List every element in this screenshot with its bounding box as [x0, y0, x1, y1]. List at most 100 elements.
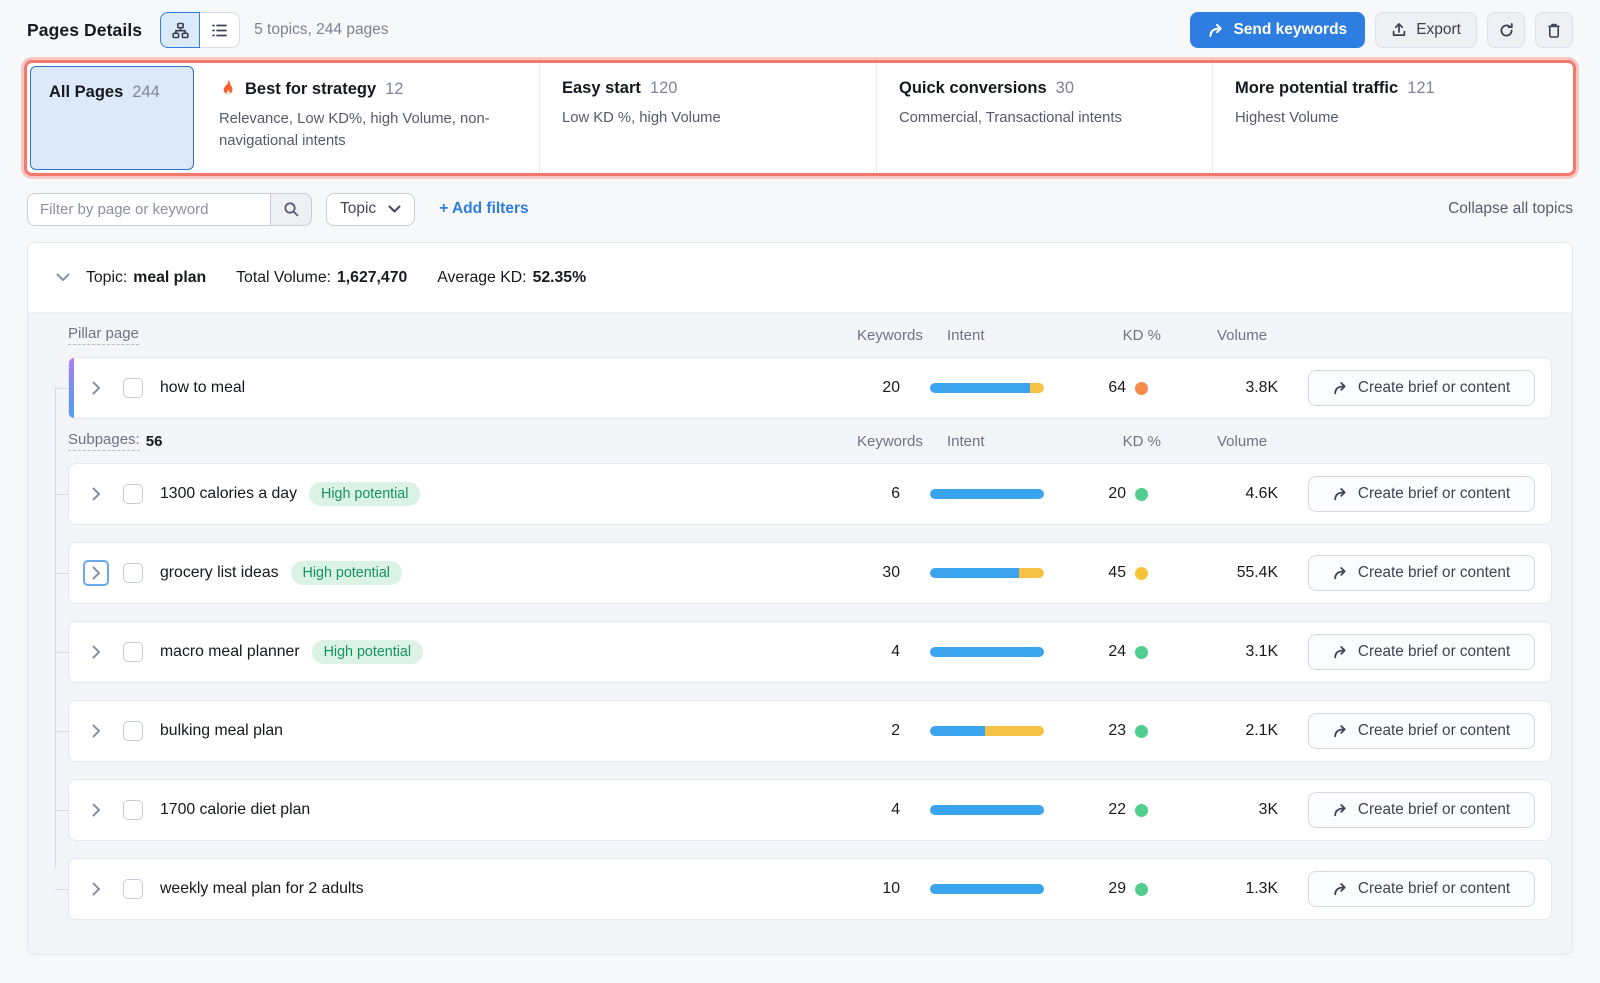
kd-value: 22	[1108, 801, 1126, 819]
volume-value: 55.4K	[1186, 564, 1278, 582]
create-brief-button[interactable]: Create brief or content	[1308, 555, 1535, 591]
subpage-row: macro meal planner High potential 4 24 3…	[68, 621, 1552, 683]
page-title: Pages Details	[27, 20, 142, 41]
list-view-icon	[211, 22, 228, 39]
kd-value: 24	[1108, 643, 1126, 661]
send-arrow-icon	[1208, 23, 1224, 38]
pages-tree: how to meal 20 64 3.8K	[48, 357, 1552, 920]
row-checkbox[interactable]	[123, 721, 143, 741]
tree-view-button[interactable]	[160, 12, 200, 48]
average-kd-value: 52.35%	[533, 269, 587, 287]
subpage-row: weekly meal plan for 2 adults 10 29 1.3K…	[68, 858, 1552, 920]
expand-chevron[interactable]	[83, 639, 109, 665]
kd-dot	[1135, 725, 1148, 738]
topic-filter-dropdown[interactable]: Topic	[326, 193, 415, 226]
create-brief-label: Create brief or content	[1358, 379, 1510, 397]
collapse-all-topics-link[interactable]: Collapse all topics	[1448, 200, 1573, 218]
subpages-header-row: Subpages: 56 Keywords Intent KD % Volume	[68, 419, 1552, 463]
kd-column-header: KD %	[1093, 327, 1165, 344]
kd-value: 23	[1108, 722, 1126, 740]
volume-value: 2.1K	[1186, 722, 1278, 740]
topic-tab[interactable]: More potential traffic 121 Highest Volum…	[1212, 63, 1573, 173]
subpage-row: bulking meal plan 2 23 2.1K Create brief…	[68, 700, 1552, 762]
kd-value: 20	[1108, 485, 1126, 503]
export-label: Export	[1416, 21, 1461, 39]
intent-column-header: Intent	[947, 327, 1061, 344]
expand-chevron[interactable]	[83, 797, 109, 823]
keywords-count: 6	[840, 485, 900, 503]
row-checkbox[interactable]	[123, 378, 143, 398]
kd-dot	[1135, 382, 1148, 395]
create-brief-button[interactable]: Create brief or content	[1308, 370, 1535, 406]
expand-chevron[interactable]	[83, 876, 109, 902]
total-volume-value: 1,627,470	[337, 269, 407, 287]
brief-arrow-icon	[1333, 882, 1348, 896]
page-name: 1300 calories a day	[160, 485, 297, 503]
brief-arrow-icon	[1333, 487, 1348, 501]
create-brief-label: Create brief or content	[1358, 722, 1510, 740]
tab-label: Easy start	[562, 79, 641, 98]
row-checkbox[interactable]	[123, 563, 143, 583]
chevron-down-icon	[388, 205, 401, 213]
volume-value: 3.1K	[1186, 643, 1278, 661]
create-brief-button[interactable]: Create brief or content	[1308, 476, 1535, 512]
keywords-count: 30	[840, 564, 900, 582]
row-checkbox[interactable]	[123, 484, 143, 504]
topic-tab[interactable]: Best for strategy 12 Relevance, Low KD%,…	[197, 63, 539, 173]
brief-arrow-icon	[1333, 381, 1348, 395]
send-keywords-button[interactable]: Send keywords	[1190, 12, 1365, 48]
refresh-button[interactable]	[1487, 12, 1525, 48]
kd-value: 29	[1108, 880, 1126, 898]
page-name: how to meal	[160, 379, 245, 397]
subpage-row: grocery list ideas High potential 30 45 …	[68, 542, 1552, 604]
export-button[interactable]: Export	[1375, 12, 1477, 48]
topic-tab[interactable]: Quick conversions 30 Commercial, Transac…	[876, 63, 1212, 173]
tab-subtitle: Commercial, Transactional intents	[899, 107, 1190, 129]
expand-chevron[interactable]	[83, 718, 109, 744]
topbar-actions: Send keywords Export	[1190, 12, 1573, 48]
list-view-button[interactable]	[200, 12, 240, 48]
tab-label: Best for strategy	[245, 80, 376, 99]
search-group	[27, 193, 312, 226]
topic-filter-label: Topic	[340, 200, 376, 218]
pillar-row: how to meal 20 64 3.8K	[68, 357, 1552, 419]
add-filters-link[interactable]: + Add filters	[439, 200, 528, 218]
delete-button[interactable]	[1535, 12, 1573, 48]
keywords-count: 10	[840, 880, 900, 898]
search-input[interactable]	[27, 193, 270, 226]
row-checkbox[interactable]	[123, 642, 143, 662]
top-bar: Pages Details 5 topics, 244 pages	[0, 0, 1600, 58]
expand-chevron[interactable]	[83, 375, 109, 401]
subpages-count: 56	[146, 433, 163, 450]
pages-panel: Topic: meal plan Total Volume: 1,627,470…	[27, 242, 1573, 955]
pillar-gradient-bar	[69, 358, 74, 418]
intent-bar	[930, 805, 1044, 815]
create-brief-button[interactable]: Create brief or content	[1308, 634, 1535, 670]
filter-row: Topic + Add filters Collapse all topics	[27, 192, 1573, 226]
kd-dot	[1135, 883, 1148, 896]
topic-collapse-chevron[interactable]	[50, 265, 76, 291]
intent-bar	[930, 383, 1044, 393]
keywords-column-header: Keywords	[857, 433, 917, 450]
create-brief-button[interactable]: Create brief or content	[1308, 792, 1535, 828]
keywords-count: 2	[840, 722, 900, 740]
page-name: 1700 calorie diet plan	[160, 801, 310, 819]
tab-subtitle: Highest Volume	[1235, 107, 1535, 129]
search-button[interactable]	[270, 193, 312, 226]
create-brief-button[interactable]: Create brief or content	[1308, 713, 1535, 749]
high-potential-badge: High potential	[312, 640, 423, 664]
row-checkbox[interactable]	[123, 800, 143, 820]
topic-summary: Topic: meal plan Total Volume: 1,627,470…	[86, 269, 586, 287]
topic-tab[interactable]: All Pages 244	[30, 66, 194, 170]
topic-tab[interactable]: Easy start 120 Low KD %, high Volume	[539, 63, 876, 173]
row-checkbox[interactable]	[123, 879, 143, 899]
expand-chevron[interactable]	[83, 560, 109, 586]
average-kd-label: Average KD:	[437, 269, 526, 287]
tab-subtitle: Low KD %, high Volume	[562, 107, 854, 129]
create-brief-label: Create brief or content	[1358, 564, 1510, 582]
high-potential-badge: High potential	[291, 561, 402, 585]
create-brief-button[interactable]: Create brief or content	[1308, 871, 1535, 907]
expand-chevron[interactable]	[83, 481, 109, 507]
subpage-rows: 1300 calories a day High potential 6 20 …	[48, 463, 1552, 920]
kd-dot	[1135, 567, 1148, 580]
